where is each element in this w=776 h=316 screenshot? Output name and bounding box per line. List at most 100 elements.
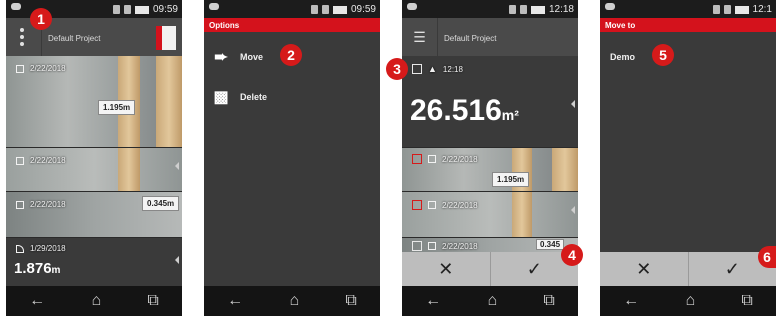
project-title: Default Project	[444, 34, 497, 43]
checkbox[interactable]	[412, 200, 422, 210]
project-item-demo[interactable]: Demo	[600, 38, 776, 76]
measurement-tag: 0.345	[536, 239, 565, 250]
list-item[interactable]: 2/22/2018	[6, 148, 182, 192]
image-icon	[16, 200, 24, 209]
home-icon[interactable]: ⌂	[289, 292, 299, 310]
system-nav-bar: ← ⌂ ⧉	[402, 286, 578, 316]
measurement-tag: 1.195m	[98, 100, 136, 115]
measure-mode-icon[interactable]	[156, 26, 176, 50]
item-date: 2/22/2018	[442, 154, 478, 164]
item-date: 1/29/2018	[30, 244, 66, 253]
recents-icon[interactable]: ⧉	[147, 292, 158, 310]
list-item[interactable]: 2/22/2018 0.345m	[6, 192, 182, 238]
area-icon	[16, 244, 24, 253]
measurement-tag: 0.345m	[142, 196, 180, 211]
battery-icon	[332, 5, 347, 14]
wifi-icon	[321, 5, 329, 14]
battery-icon	[734, 5, 749, 14]
chevron-left-icon	[175, 256, 179, 264]
checkbox[interactable]	[412, 241, 422, 251]
checkbox[interactable]	[412, 154, 422, 164]
bluetooth-icon	[310, 5, 318, 14]
wifi-icon	[123, 5, 131, 14]
value: 1.876	[14, 260, 52, 277]
recents-icon[interactable]: ⧉	[345, 292, 356, 310]
home-icon[interactable]: ⌂	[91, 292, 101, 310]
list-item[interactable]: ▲ 12:18 26.516m²	[402, 56, 578, 148]
item-date: 2/22/2018	[30, 64, 66, 73]
chevron-left-icon	[571, 206, 575, 214]
status-bar: 12:1	[600, 0, 776, 18]
project-title: Default Project	[48, 34, 101, 43]
list-item[interactable]: 1/29/2018 1.876m	[6, 238, 182, 286]
clock: 09:59	[152, 4, 178, 15]
notification-icon	[11, 3, 21, 10]
notification-icon	[209, 3, 219, 10]
recents-icon[interactable]: ⧉	[741, 292, 752, 310]
action-bar: ✕ ✓	[402, 252, 578, 286]
unit: m	[51, 265, 61, 276]
bluetooth-icon	[112, 5, 120, 14]
status-bar: 09:59	[204, 0, 380, 18]
move-label: Move	[240, 52, 264, 62]
item-date: 2/22/2018	[30, 156, 66, 165]
checkbox[interactable]	[412, 64, 422, 74]
clock: 09:59	[350, 4, 376, 15]
chevron-left-icon	[571, 100, 575, 108]
notification-icon	[407, 3, 417, 10]
system-nav-bar: ← ⌂ ⧉	[6, 286, 182, 316]
screen-move-to: 12:1 Move to Demo ✕ ✓ ← ⌂ ⧉	[600, 0, 776, 316]
step-badge-6: 6	[758, 246, 776, 268]
item-time: 12:18	[442, 64, 463, 74]
list-item[interactable]: 2/22/2018 1.195m	[402, 148, 578, 192]
cancel-button[interactable]: ✕	[600, 252, 689, 286]
battery-icon	[530, 5, 545, 14]
unit: m²	[501, 107, 519, 123]
trash-icon: ▩	[213, 89, 229, 106]
dot-icon	[20, 28, 24, 32]
image-icon	[428, 201, 436, 209]
delete-button[interactable]: ▩ Delete	[204, 78, 380, 116]
plug-icon: ▲	[428, 64, 437, 74]
cancel-button[interactable]: ✕	[402, 252, 491, 286]
step-badge-1: 1	[30, 8, 52, 30]
move-to-header: Move to	[600, 18, 776, 32]
measurement-value: 26.516m²	[410, 94, 519, 128]
clock: 12:18	[548, 4, 574, 15]
item-date: 2/22/2018	[442, 200, 478, 210]
image-icon	[16, 64, 24, 73]
step-badge-5: 5	[652, 44, 674, 66]
system-nav-bar: ← ⌂ ⧉	[600, 286, 776, 316]
wifi-icon	[519, 5, 527, 14]
home-icon[interactable]: ⌂	[487, 292, 497, 310]
image-icon	[428, 155, 436, 163]
dot-icon	[20, 42, 24, 46]
move-icon: ➨	[214, 49, 228, 66]
system-nav-bar: ← ⌂ ⧉	[204, 286, 380, 316]
select-list-button[interactable]: ☰	[402, 18, 438, 56]
image-icon	[428, 242, 436, 250]
back-icon[interactable]: ←	[425, 292, 441, 310]
clock: 12:1	[752, 4, 772, 15]
back-icon[interactable]: ←	[623, 292, 639, 310]
notification-icon	[605, 3, 615, 10]
bluetooth-icon	[712, 5, 720, 14]
list-item[interactable]: 2/22/2018 1.195m	[6, 56, 182, 148]
list-item[interactable]: 2/22/2018	[402, 192, 578, 238]
action-bar: ✕ ✓	[600, 252, 776, 286]
dot-icon	[20, 35, 24, 39]
screen-project-list: 09:59 Default Project 2/22/2018 1.195m 2…	[6, 0, 182, 316]
wifi-icon	[723, 5, 731, 14]
app-bar: ☰ Default Project	[402, 18, 578, 56]
step-badge-3: 3	[386, 58, 408, 80]
chevron-left-icon	[175, 162, 179, 170]
item-date: 2/22/2018	[30, 200, 66, 209]
value: 26.516	[410, 94, 502, 127]
home-icon[interactable]: ⌂	[685, 292, 695, 310]
back-icon[interactable]: ←	[29, 292, 45, 310]
measurement-tag: 1.195m	[492, 172, 530, 187]
status-bar: 12:18	[402, 0, 578, 18]
recents-icon[interactable]: ⧉	[543, 292, 554, 310]
bluetooth-icon	[508, 5, 516, 14]
back-icon[interactable]: ←	[227, 292, 243, 310]
